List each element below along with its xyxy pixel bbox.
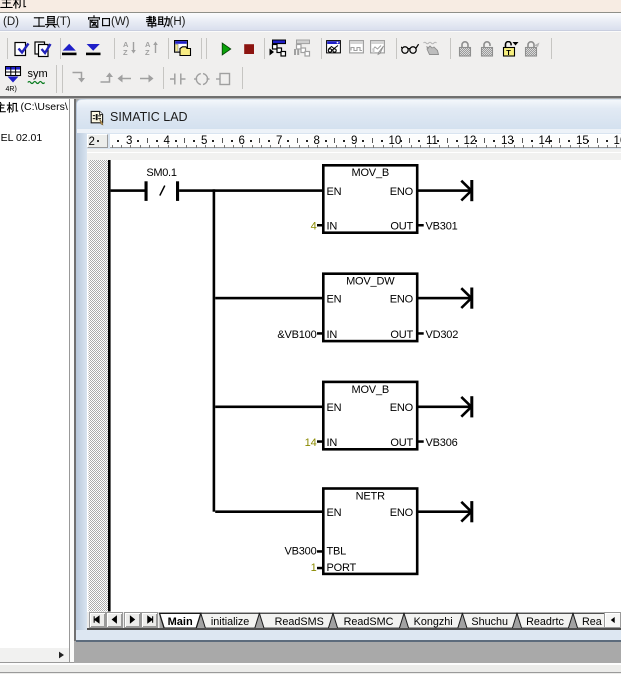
svg-text:Readrtc: Readrtc [526, 615, 564, 627]
svg-text:VB306: VB306 [426, 437, 458, 449]
svg-text:OUT: OUT [390, 221, 413, 233]
svg-text:initialize: initialize [211, 615, 249, 627]
svg-text:IN: IN [327, 329, 338, 341]
svg-text:IN: IN [327, 221, 338, 233]
svg-text:VB301: VB301 [426, 221, 458, 233]
svg-text:MOV_DW: MOV_DW [346, 276, 395, 288]
svg-text:Shuchu: Shuchu [471, 615, 508, 627]
svg-text:4: 4 [311, 221, 317, 233]
svg-text:MOV_B: MOV_B [351, 384, 389, 396]
svg-text:ReadSMS: ReadSMS [275, 615, 324, 627]
svg-text:OUT: OUT [390, 437, 413, 449]
svg-text:EN: EN [327, 402, 342, 414]
svg-text:4R): 4R) [6, 86, 17, 93]
svg-text:1: 1 [311, 562, 317, 574]
svg-text:IN: IN [327, 437, 338, 449]
svg-text:PORT: PORT [327, 562, 357, 574]
svg-text:T: T [506, 47, 511, 56]
svg-text:Rea: Rea [582, 615, 602, 627]
svg-text:VB300: VB300 [284, 545, 316, 557]
svg-text:OUT: OUT [390, 329, 413, 341]
svg-text:SM0.1: SM0.1 [146, 167, 176, 179]
svg-text:VD302: VD302 [426, 329, 459, 341]
svg-text:ENO: ENO [390, 402, 414, 414]
svg-text:ENO: ENO [390, 293, 414, 305]
svg-text:Main: Main [168, 615, 193, 627]
svg-text:TBL: TBL [327, 545, 347, 557]
svg-text:MOV_B: MOV_B [351, 167, 389, 179]
svg-text:Z: Z [145, 48, 150, 56]
svg-text:ReadSMC: ReadSMC [344, 615, 394, 627]
svg-text:&VB100: &VB100 [277, 329, 316, 341]
svg-text:EN: EN [327, 186, 342, 198]
svg-text:14: 14 [305, 437, 317, 449]
svg-text:Kongzhi: Kongzhi [414, 615, 453, 627]
svg-text:ENO: ENO [390, 186, 414, 198]
svg-text:EN: EN [327, 293, 342, 305]
svg-text:sym: sym [27, 68, 47, 80]
svg-text:ENO: ENO [390, 507, 414, 519]
svg-text:Z: Z [123, 48, 128, 56]
svg-text:EN: EN [327, 507, 342, 519]
svg-text:NETR: NETR [356, 490, 385, 502]
